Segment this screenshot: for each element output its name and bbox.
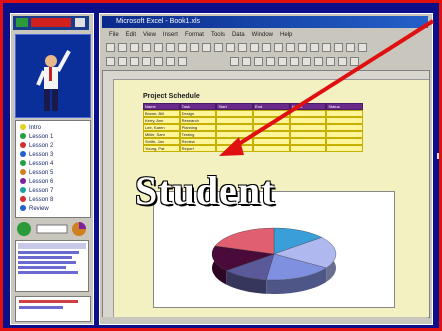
tutorial-frame: Intro Lesson 1 Lesson 2 Lesson 3 Lesson 4 Les…: [0, 0, 442, 331]
arrow-line: [229, 19, 435, 151]
arrowhead-icon: [219, 137, 244, 156]
side-marker: [437, 153, 439, 159]
student-label: Student: [135, 168, 276, 213]
annotation-arrow: [219, 19, 435, 156]
